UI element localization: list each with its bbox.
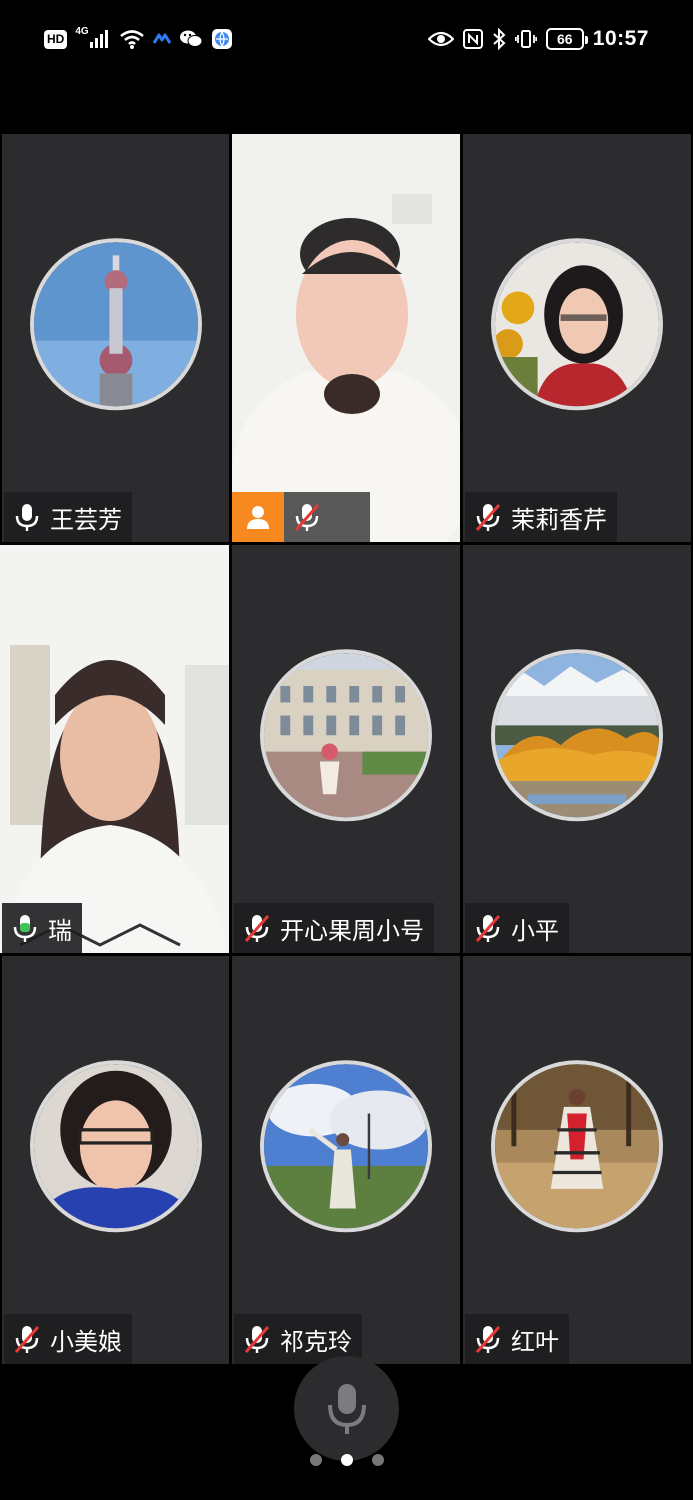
microphone-muted-icon <box>475 1326 501 1353</box>
participant-name-tag: 王芸芳 <box>4 492 132 542</box>
participant-avatar <box>491 649 663 822</box>
microphone-icon <box>327 1383 366 1434</box>
microphone-toggle-button[interactable] <box>294 1356 399 1461</box>
cellular-signal-icon: 4G <box>75 26 110 52</box>
participant-name-tag: 瑞 <box>2 903 82 953</box>
microphone-muted-icon <box>294 504 320 531</box>
participant-name: 小平 <box>511 916 559 945</box>
participant-video <box>232 134 460 542</box>
page-indicator <box>0 1454 693 1466</box>
status-bar: HD 4G 66 10:57 <box>0 0 693 80</box>
participant-avatar <box>260 649 432 822</box>
microphone-muted-icon <box>14 1326 40 1353</box>
participant-tile-active-speaker[interactable]: 瑞 <box>0 545 229 953</box>
participant-name: 茉莉香芹 <box>511 505 607 534</box>
participant-tile-host[interactable] <box>232 134 460 542</box>
microphone-muted-icon <box>244 915 270 942</box>
participant-avatar <box>29 1060 202 1233</box>
participant-name: 开心果周小号 <box>280 916 424 945</box>
microphone-muted-icon <box>475 504 501 531</box>
participant-avatar <box>260 1060 432 1233</box>
participant-tile[interactable]: 小平 <box>463 545 691 953</box>
participant-tile[interactable]: 祁克玲 <box>232 956 460 1364</box>
battery-indicator: 66 <box>545 28 588 50</box>
host-badge <box>232 492 284 542</box>
host-person-icon <box>247 506 269 529</box>
bluetooth-icon <box>492 26 506 52</box>
participant-name: 红叶 <box>511 1327 559 1356</box>
page-dot[interactable] <box>309 1454 322 1466</box>
participant-name-tag: 红叶 <box>465 1314 569 1364</box>
participant-video <box>0 545 229 953</box>
participant-name: 瑞 <box>48 916 72 945</box>
vibrate-icon <box>514 26 537 52</box>
microphone-muted-icon <box>475 915 501 942</box>
participant-grid: 王芸芳 茉莉香芹 瑞 开心果周小号 小平 小美娘 祁克玲 红叶 <box>0 134 693 1364</box>
wechat-icon <box>179 26 203 52</box>
eye-icon <box>427 26 454 52</box>
clock: 10:57 <box>592 27 649 50</box>
participant-avatar <box>491 238 663 411</box>
hd-badge: HD <box>44 29 68 49</box>
participant-avatar <box>29 238 202 411</box>
participant-name: 祁克玲 <box>280 1327 352 1356</box>
participant-name: 王芸芳 <box>50 505 122 534</box>
microphone-muted-icon <box>244 1326 270 1353</box>
participant-name-tag <box>284 492 370 542</box>
app-notification-icon <box>152 26 171 52</box>
browser-icon <box>211 26 233 52</box>
participant-tile[interactable]: 红叶 <box>463 956 691 1364</box>
wifi-icon <box>119 26 145 52</box>
participant-name-tag: 小平 <box>465 903 569 953</box>
nfc-icon <box>462 26 483 52</box>
page-dot-active[interactable] <box>340 1454 353 1466</box>
participant-tile[interactable]: 开心果周小号 <box>232 545 460 953</box>
page-dot[interactable] <box>371 1454 384 1466</box>
participant-name-tag: 开心果周小号 <box>234 903 434 953</box>
microphone-on-icon <box>15 504 39 531</box>
participant-name: 小美娘 <box>50 1327 122 1356</box>
microphone-speaking-icon <box>13 915 37 942</box>
participant-name-tag: 小美娘 <box>4 1314 132 1364</box>
participant-avatar <box>491 1060 663 1233</box>
network-type-label: 4G <box>75 25 89 37</box>
participant-tile[interactable]: 小美娘 <box>2 956 229 1364</box>
participant-tile[interactable]: 王芸芳 <box>2 134 229 542</box>
participant-tile[interactable]: 茉莉香芹 <box>463 134 691 542</box>
participant-name-tag: 茉莉香芹 <box>465 492 617 542</box>
